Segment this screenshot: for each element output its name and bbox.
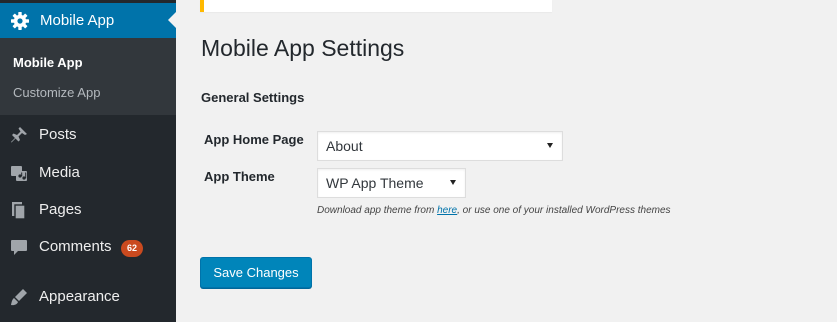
sidebar-item-label: Pages	[39, 201, 82, 218]
select-value: About	[326, 138, 363, 154]
pages-icon	[9, 200, 29, 220]
gear-icon	[10, 11, 30, 31]
notice-box	[200, 0, 552, 12]
sidebar-item-label: Appearance	[39, 288, 120, 305]
description-suffix: , or use one of your installed WordPress…	[457, 205, 671, 216]
download-theme-link[interactable]: here	[437, 205, 457, 216]
current-menu-arrow	[168, 12, 176, 28]
sidebar-item-label: Mobile App	[40, 12, 115, 29]
submenu-item-customize-app[interactable]: Customize App	[13, 85, 100, 100]
sidebar-submenu: Mobile App Customize App	[0, 38, 176, 115]
chevron-down-icon	[450, 180, 456, 185]
sidebar-item-posts[interactable]: Posts	[0, 118, 176, 152]
sidebar-item-comments[interactable]: Comments 62	[0, 230, 176, 264]
save-changes-button[interactable]: Save Changes	[200, 257, 312, 288]
admin-sidebar: Mobile App Mobile App Customize App Post…	[0, 0, 176, 322]
sidebar-item-label: Comments	[39, 238, 112, 255]
sidebar-item-appearance[interactable]: Appearance	[0, 280, 176, 314]
sidebar-item-label: Media	[39, 164, 80, 181]
page-title: Mobile App Settings	[201, 35, 405, 61]
home-page-select[interactable]: About	[317, 131, 563, 161]
submenu-item-mobile-app[interactable]: Mobile App	[13, 55, 83, 70]
pushpin-icon	[9, 125, 29, 145]
comment-bubble-icon	[9, 237, 29, 257]
description-prefix: Download app theme from	[317, 205, 438, 216]
sidebar-item-pages[interactable]: Pages	[0, 193, 176, 227]
select-value: WP App Theme	[326, 175, 424, 191]
sidebar-item-label: Posts	[39, 126, 77, 143]
section-title: General Settings	[201, 90, 305, 105]
theme-label: App Theme	[204, 169, 275, 184]
paintbrush-icon	[9, 287, 29, 307]
sidebar-item-mobile-app[interactable]: Mobile App	[0, 3, 176, 38]
sidebar-item-media[interactable]: Media	[0, 156, 176, 190]
comment-count-badge: 62	[121, 240, 143, 257]
media-icon	[9, 163, 29, 183]
theme-description: Download app theme from here, or use one…	[317, 205, 671, 216]
home-page-label: App Home Page	[204, 132, 304, 147]
chevron-down-icon	[547, 143, 553, 148]
theme-select[interactable]: WP App Theme	[317, 168, 466, 198]
